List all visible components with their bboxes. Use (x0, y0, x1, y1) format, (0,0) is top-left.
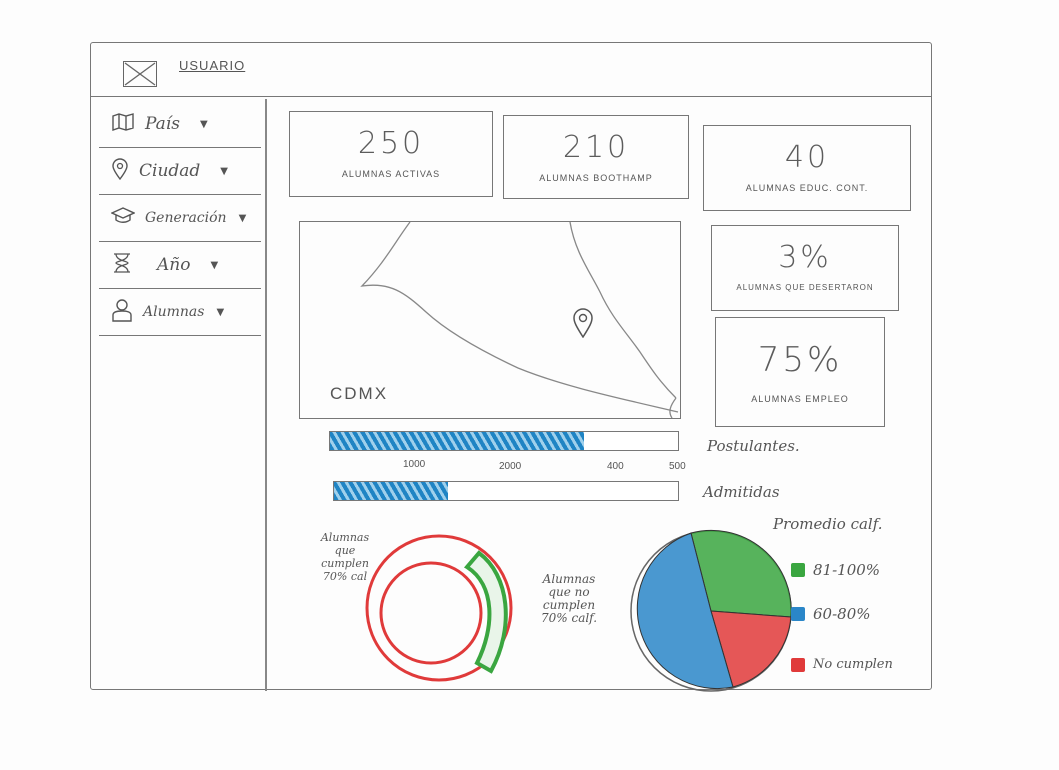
graduation-cap-icon (110, 207, 136, 229)
postulantes-label: Postulantes. (707, 437, 800, 455)
admitidas-label: Admitidas (703, 483, 780, 501)
app-frame: USUARIO País ▼ Ciudad ▼ Generación ▼ Año… (90, 42, 932, 692)
kpi-card-educ-cont: 40 ALUMNAS EDUC. CONT. (703, 125, 911, 211)
map-city-label: CDMX (330, 384, 389, 403)
tick-label: 1000 (403, 459, 426, 470)
location-pin-icon[interactable] (572, 308, 594, 342)
chevron-down-icon: ▼ (199, 118, 208, 130)
map-icon (111, 112, 135, 137)
sidebar-item-pais[interactable]: País ▼ (99, 101, 261, 148)
pie-chart (630, 529, 792, 692)
kpi-card-desertaron: 3% ALUMNAS QUE DESERTARON (711, 225, 899, 311)
sidebar-item-label: Alumnas (143, 304, 205, 320)
donut-chart (365, 534, 513, 682)
donut-note-no-cumplen: Alumnas que no cumplen 70% calf. (540, 572, 598, 625)
legend-item-no-cumplen: No cumplen (791, 657, 893, 672)
sidebar-item-label: Ciudad (139, 161, 201, 181)
legend-swatch (791, 657, 805, 672)
pin-icon (111, 157, 129, 185)
kpi-value: 75% (757, 340, 843, 380)
kpi-caption: ALUMNAS EMPLEO (751, 394, 849, 404)
map-panel[interactable]: CDMX (299, 221, 681, 419)
kpi-caption: ALUMNAS BOOTHAMP (539, 173, 653, 183)
admitidas-bar-fill (334, 482, 448, 500)
tick-label: 500 (669, 461, 686, 472)
tick-label: 2000 (499, 461, 522, 472)
chevron-down-icon: ▼ (216, 306, 225, 318)
legend-label: No cumplen (813, 657, 893, 672)
kpi-caption: ALUMNAS QUE DESERTARON (736, 283, 874, 292)
kpi-value: 40 (784, 140, 830, 175)
kpi-card-empleo: 75% ALUMNAS EMPLEO (715, 317, 885, 427)
sidebar-item-ciudad[interactable]: Ciudad ▼ (99, 148, 261, 195)
top-bar: USUARIO (91, 43, 931, 97)
user-link[interactable]: USUARIO (179, 58, 245, 73)
pie-title: Promedio calf. (773, 515, 883, 533)
sidebar-item-label: Generación (145, 210, 227, 226)
kpi-value: 3% (778, 240, 832, 275)
kpi-card-bootcamp: 210 ALUMNAS BOOTHAMP (503, 115, 689, 199)
sidebar-item-alumnas[interactable]: Alumnas ▼ (99, 289, 261, 336)
sidebar-item-label: Año (157, 255, 191, 275)
legend-label: 81-100% (813, 561, 881, 579)
chevron-down-icon: ▼ (220, 165, 228, 177)
chevron-down-icon: ▼ (210, 259, 219, 271)
kpi-card-activas: 250 ALUMNAS ACTIVAS (289, 111, 493, 197)
legend-item-60-80: 60-80% (791, 605, 871, 623)
hourglass-icon (111, 252, 133, 279)
legend-item-81-100: 81-100% (791, 561, 880, 579)
kpi-caption: ALUMNAS EDUC. CONT. (745, 183, 869, 193)
tick-label: 400 (607, 461, 624, 472)
legend-label: 60-80% (813, 605, 871, 623)
kpi-value: 250 (357, 126, 425, 161)
legend-swatch (791, 563, 805, 577)
admitidas-bar (333, 481, 679, 501)
sidebar-item-anio[interactable]: Año ▼ (99, 242, 261, 289)
sidebar-item-generacion[interactable]: Generación ▼ (99, 195, 261, 242)
sidebar-item-label: País (145, 114, 180, 134)
postulantes-bar (329, 431, 679, 451)
sidebar-divider (265, 99, 267, 691)
kpi-caption: ALUMNAS ACTIVAS (341, 169, 441, 179)
logo-placeholder-icon (123, 61, 157, 87)
donut-inner-ring (379, 561, 483, 665)
kpi-value: 210 (562, 130, 630, 165)
chevron-down-icon: ▼ (238, 212, 247, 224)
user-icon (111, 298, 133, 326)
sidebar: País ▼ Ciudad ▼ Generación ▼ Año ▼ Alumn… (99, 101, 261, 336)
legend-swatch (791, 607, 805, 621)
postulantes-bar-fill (330, 432, 585, 450)
